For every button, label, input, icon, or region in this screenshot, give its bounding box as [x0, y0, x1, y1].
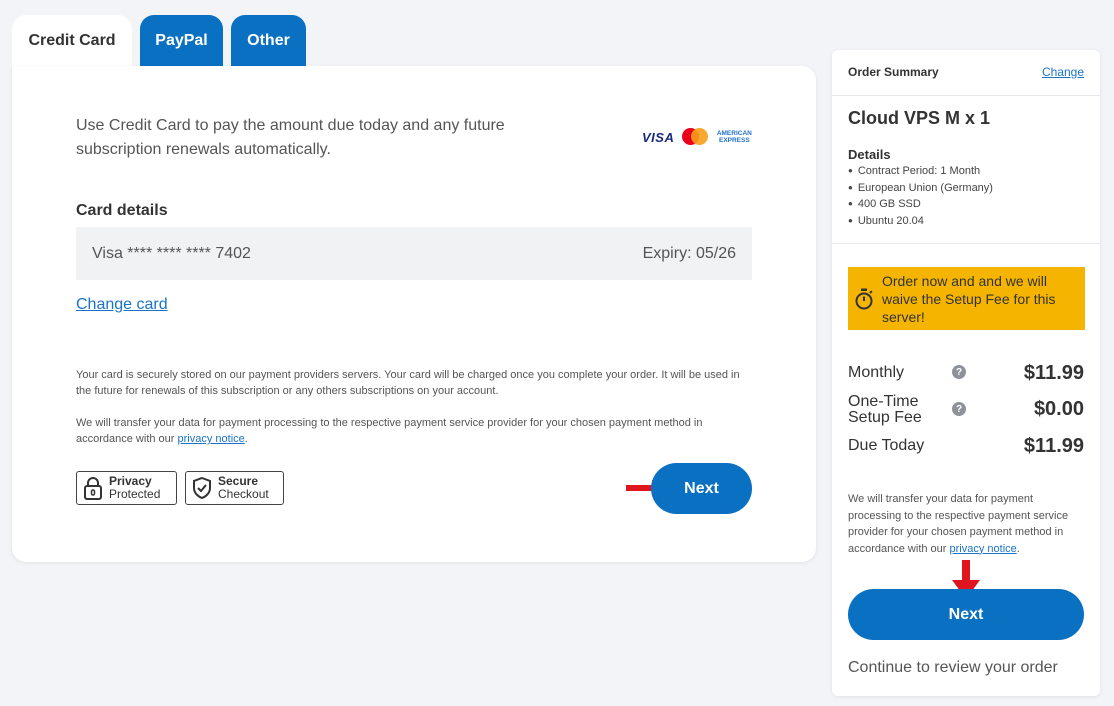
stopwatch-icon: [855, 288, 873, 309]
card-expiry: Expiry: 05/26: [642, 244, 736, 262]
next-button[interactable]: Next: [651, 463, 752, 514]
tab-paypal[interactable]: PayPal: [140, 15, 223, 66]
detail-item: 400 GB SSD: [848, 196, 993, 213]
payment-intro-text: Use Credit Card to pay the amount due to…: [76, 117, 505, 158]
card-number: Visa **** **** **** 7402: [92, 244, 251, 262]
continue-review-text: Continue to review your order: [848, 659, 1058, 676]
help-icon[interactable]: ?: [952, 402, 966, 416]
detail-item: Contract Period: 1 Month: [848, 163, 993, 180]
card-details-heading: Card details: [76, 202, 168, 219]
details-list: Contract Period: 1 Month European Union …: [848, 163, 993, 229]
privacy-notice-link[interactable]: privacy notice: [178, 433, 245, 445]
visa-logo: VISA: [642, 129, 675, 145]
card-brand-logos: VISA AMERICAN EXPRESS: [642, 128, 752, 146]
summary-data-transfer-note: We will transfer your data for payment p…: [848, 493, 1069, 555]
payment-method-tabs: Credit Card PayPal Other: [12, 15, 306, 66]
due-today-value: $11.99: [1023, 435, 1084, 457]
saved-card-row: Visa **** **** **** 7402 Expiry: 05/26: [76, 227, 752, 280]
order-summary-header: Order Summary Change: [832, 50, 1100, 96]
setup-fee-promo-banner: Order now and and we will waive the Setu…: [848, 267, 1085, 330]
tab-other[interactable]: Other: [231, 15, 306, 66]
change-card-link[interactable]: Change card: [76, 296, 168, 314]
product-name: Cloud VPS M x 1: [848, 108, 991, 128]
tab-credit-card[interactable]: Credit Card: [12, 15, 132, 66]
secure-checkout-badge: Secure Checkout: [185, 471, 284, 505]
details-heading: Details: [848, 147, 891, 162]
setup-fee-value: $0.00: [1033, 398, 1084, 420]
monthly-value: $11.99: [1023, 362, 1084, 384]
help-icon[interactable]: ?: [952, 365, 966, 379]
summary-divider: [832, 243, 1100, 244]
change-order-link[interactable]: Change: [1042, 65, 1084, 79]
data-transfer-note: We will transfer your data for payment p…: [76, 417, 703, 445]
monthly-label: Monthly: [848, 364, 905, 381]
privacy-protected-badge: Privacy Protected: [76, 471, 177, 505]
shield-check-icon: [193, 476, 211, 500]
order-summary-title: Order Summary: [848, 65, 939, 79]
mastercard-logo: [682, 128, 709, 146]
order-summary-panel: Order Summary Change Cloud VPS M x 1 Det…: [832, 50, 1100, 696]
card-storage-note: Your card is securely stored on our paym…: [76, 369, 740, 397]
lock-icon: [84, 477, 102, 500]
summary-next-button[interactable]: Next: [848, 589, 1084, 640]
detail-item: Ubuntu 20.04: [848, 213, 993, 230]
due-today-label: Due Today: [848, 437, 925, 454]
credit-card-panel: Use Credit Card to pay the amount due to…: [12, 66, 816, 562]
detail-item: European Union (Germany): [848, 180, 993, 197]
promo-text: Order now and and we will waive the Setu…: [882, 272, 1056, 325]
setup-fee-label: One-Time Setup Fee: [848, 393, 922, 426]
summary-privacy-notice-link[interactable]: privacy notice: [950, 543, 1017, 555]
amex-logo: AMERICAN EXPRESS: [716, 130, 752, 144]
